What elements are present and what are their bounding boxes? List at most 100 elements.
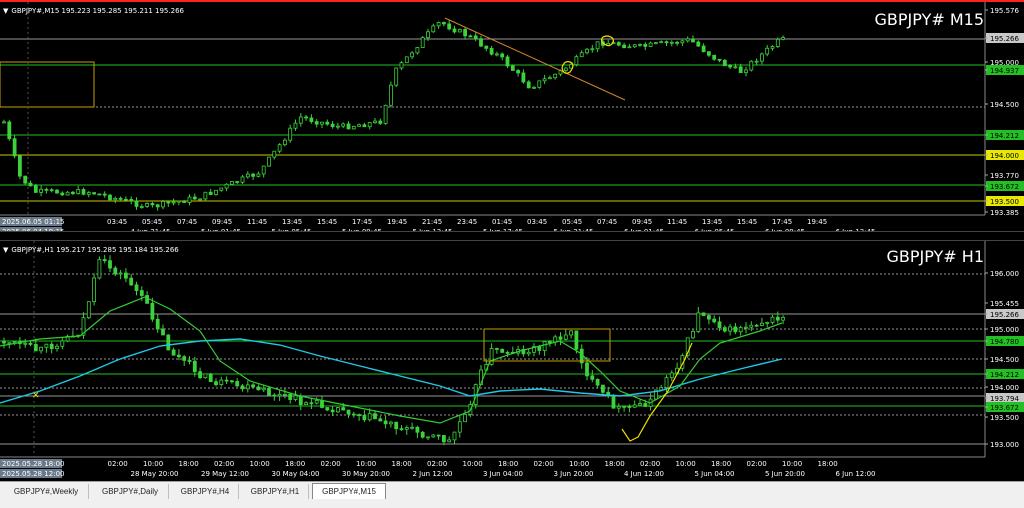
pane-separator[interactable] xyxy=(0,231,1024,241)
candle-body xyxy=(171,201,176,204)
candle-body xyxy=(553,336,558,343)
candle-body xyxy=(410,52,415,58)
candle-body xyxy=(394,421,399,430)
time-label: 15:45 xyxy=(737,218,757,226)
price-label: 193.672 xyxy=(990,183,1019,191)
candle-body xyxy=(622,405,626,408)
candle-body xyxy=(760,53,764,62)
candle-body xyxy=(648,42,653,47)
candle-body xyxy=(219,379,224,386)
time-label: 09:45 xyxy=(632,218,652,226)
m15-chart-canvas[interactable]: 195.576195.266195.000194.937194.500194.2… xyxy=(0,2,1024,231)
price-label: 194.000 xyxy=(990,152,1019,160)
tab-h4[interactable]: GBPJPY#,H4 xyxy=(172,484,239,499)
candle-body xyxy=(12,138,17,157)
candle-body xyxy=(92,277,96,303)
candle-body xyxy=(219,187,224,191)
candle-body xyxy=(150,302,155,320)
candle-body xyxy=(436,434,441,437)
candle-body xyxy=(468,35,473,38)
chart-pane-h1[interactable]: ✕ 196.000 195.455 195.266 195.000 194.780 194.… xyxy=(0,241,1024,479)
tab-h1[interactable]: GBPJPY#,H1 xyxy=(242,484,309,499)
tab-daily[interactable]: GBPJPY#,Daily xyxy=(92,484,169,499)
candle-body xyxy=(161,328,165,336)
candle-body xyxy=(701,312,706,316)
candle-body xyxy=(108,194,112,201)
time-label: 18:00 xyxy=(818,460,838,468)
candle-body xyxy=(17,155,22,177)
candle-body xyxy=(738,327,743,333)
candle-body xyxy=(611,395,616,409)
candle-body xyxy=(765,322,770,324)
candle-body xyxy=(494,348,499,350)
candle-body xyxy=(601,384,605,393)
candle-body xyxy=(55,189,59,194)
candle-body xyxy=(590,48,595,51)
candle-body xyxy=(744,69,748,74)
candle-body xyxy=(722,59,727,67)
time-label: 03:45 xyxy=(527,218,547,226)
time-label: 11:45 xyxy=(247,218,267,226)
time-label: 09:45 xyxy=(212,218,232,226)
tab-weekly[interactable]: GBPJPY#,Weekly xyxy=(4,484,89,499)
candle-body xyxy=(124,272,128,279)
candle-body xyxy=(638,403,642,406)
m15-ohlc-text: GBPJPY#,M15 195.223 195.285 195.211 195.… xyxy=(11,7,184,15)
candle-body xyxy=(288,127,293,141)
candle-body xyxy=(553,73,558,79)
candle-body xyxy=(749,324,754,328)
h1-chart-canvas[interactable]: ✕ 196.000 195.455 195.266 195.000 194.780 194.… xyxy=(0,241,1024,479)
candle-body xyxy=(102,193,107,196)
candle-body xyxy=(579,52,584,58)
time-label: 07:45 xyxy=(177,218,197,226)
candle-body xyxy=(49,189,54,192)
candle-body xyxy=(229,380,234,383)
time-label: 10:00 xyxy=(676,460,696,468)
candle-body xyxy=(712,54,717,60)
candle-body xyxy=(277,144,282,152)
candle-body xyxy=(516,70,520,74)
candle-body xyxy=(484,45,489,49)
candle-body xyxy=(510,65,515,71)
candle-body xyxy=(330,123,335,128)
time-label: 5 Jun 04:00 xyxy=(695,470,735,478)
candle-body xyxy=(134,284,139,291)
chart-pane-m15[interactable]: 195.576 195.266 195.000 194.937 194.500 194.2… xyxy=(0,0,1024,231)
candle-body xyxy=(113,197,118,201)
candle-body xyxy=(240,385,245,390)
candle-body xyxy=(420,431,425,438)
candle-body xyxy=(92,192,96,195)
m15-header: ▼ GBPJPY#,M15 195.223 195.285 195.211 195… xyxy=(3,7,184,15)
candle-body xyxy=(335,407,340,413)
candle-body xyxy=(272,150,277,158)
time-label: 02:00 xyxy=(427,460,447,468)
candle-body xyxy=(357,414,362,417)
candle-body xyxy=(749,60,754,71)
candle-body xyxy=(304,402,309,406)
time-label: 2025.05.28 18:00 xyxy=(2,460,64,468)
candle-body xyxy=(129,198,134,202)
candle-body xyxy=(595,378,600,386)
status-bar xyxy=(0,499,1024,508)
candle-body xyxy=(65,191,70,196)
candle-body xyxy=(669,41,674,44)
candle-body xyxy=(171,349,176,356)
candle-body xyxy=(728,326,732,332)
candle-body xyxy=(314,121,319,125)
candle-body xyxy=(229,181,234,185)
candle-body xyxy=(28,342,33,345)
candle-body xyxy=(320,121,324,125)
candle-body xyxy=(452,28,457,33)
candle-body xyxy=(224,379,229,382)
candle-body xyxy=(744,326,748,329)
candle-body xyxy=(251,384,256,388)
candle-body xyxy=(563,67,568,71)
time-label: 10:00 xyxy=(463,460,483,468)
candle-body xyxy=(198,371,203,379)
candle-body xyxy=(261,387,266,391)
candle-body xyxy=(150,203,155,206)
candle-body xyxy=(267,387,271,396)
candle-body xyxy=(696,312,701,332)
candle-body xyxy=(707,315,711,320)
candle-body xyxy=(500,348,505,353)
